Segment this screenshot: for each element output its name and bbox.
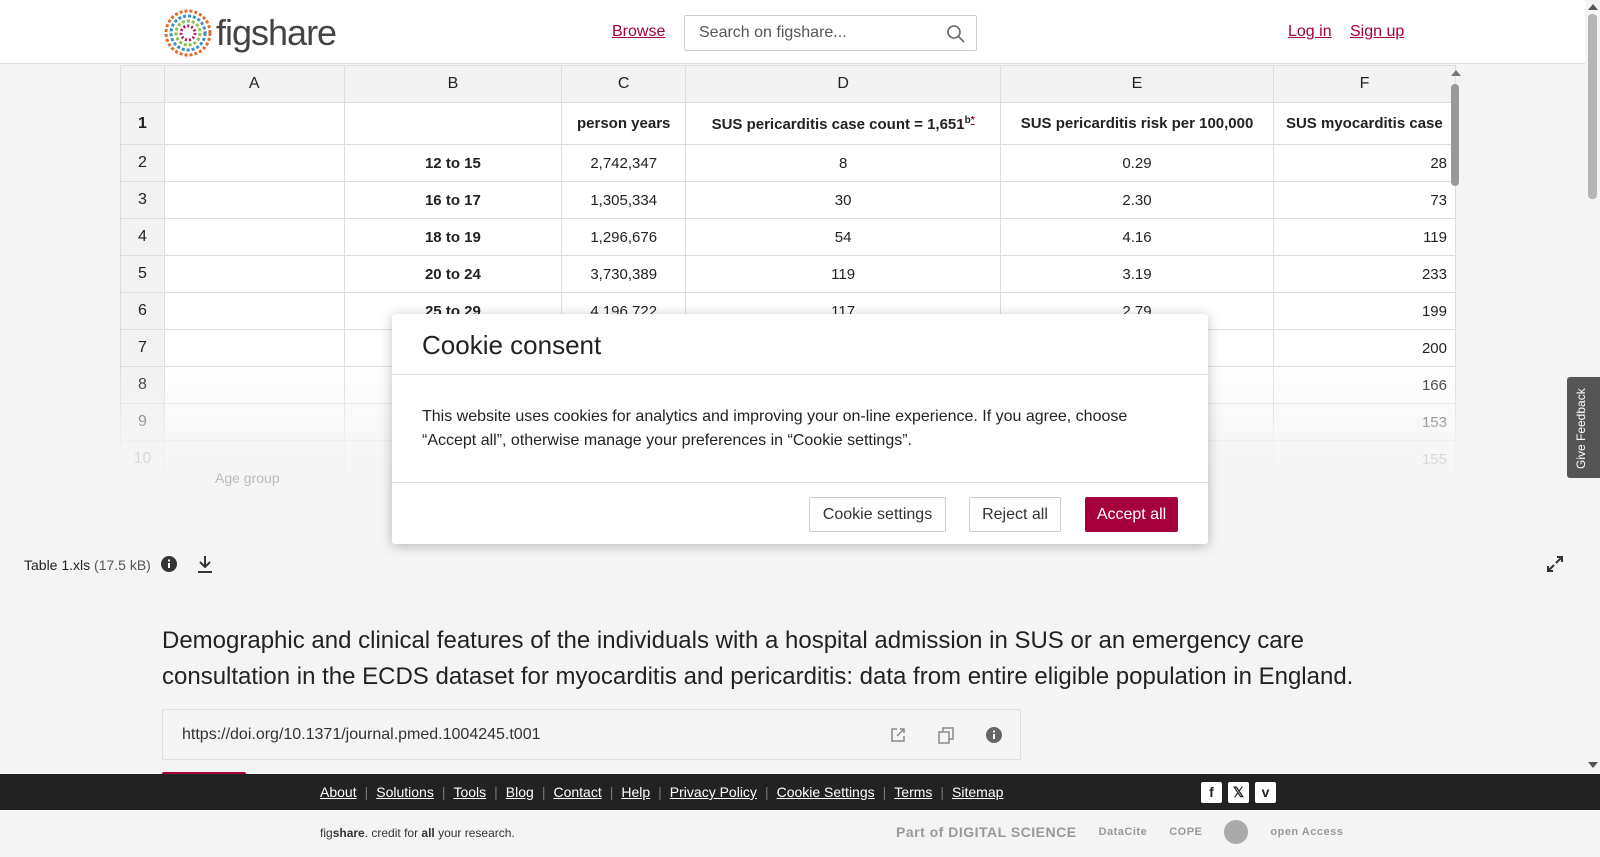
reject-all-button[interactable]: Reject all: [969, 497, 1061, 532]
cookie-dialog-body: This website uses cookies for analytics …: [422, 408, 1128, 449]
accept-all-button[interactable]: Accept all: [1085, 497, 1178, 532]
cookie-settings-button[interactable]: Cookie settings: [809, 497, 946, 532]
divider: [392, 374, 1208, 375]
cookie-consent-dialog: Cookie consent This website uses cookies…: [392, 314, 1208, 544]
modal-overlay: Cookie consent This website uses cookies…: [0, 0, 1600, 857]
cookie-dialog-title: Cookie consent: [422, 330, 602, 360]
divider: [392, 482, 1208, 483]
